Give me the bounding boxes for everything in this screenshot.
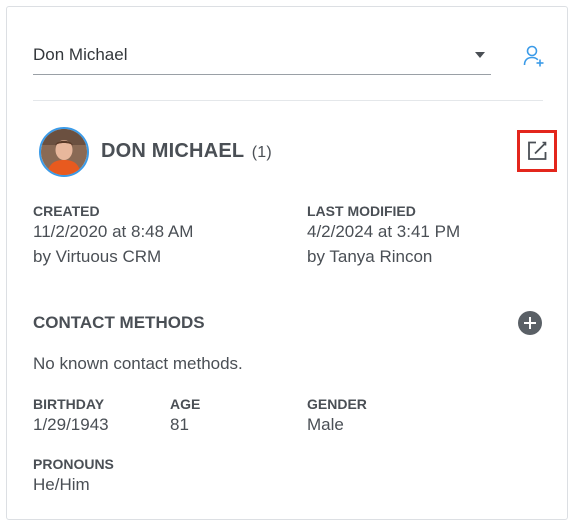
pronouns-label: PRONOUNS — [33, 456, 114, 472]
created-date: 11/2/2020 at 8:48 AM — [33, 222, 194, 241]
contact-count: (1) — [251, 144, 272, 161]
plus-circle-icon[interactable] — [518, 311, 542, 335]
birthday-label: BIRTHDAY — [33, 396, 105, 412]
created-by: by Virtuous CRM — [33, 247, 162, 266]
contact-name: DON MICHAEL (1) — [101, 140, 272, 163]
gender-value: Male — [307, 415, 344, 434]
contact-select-value: Don Michael — [33, 45, 128, 64]
pronouns-value: He/Him — [33, 475, 90, 494]
add-person-icon[interactable] — [523, 44, 545, 68]
gender-label: GENDER — [307, 396, 367, 412]
contact-select[interactable]: Don Michael — [33, 37, 491, 75]
birthday-value: 1/29/1943 — [33, 415, 109, 434]
caret-down-icon[interactable] — [475, 52, 485, 58]
avatar — [39, 127, 89, 177]
contact-methods-title: CONTACT METHODS — [33, 313, 205, 332]
contact-methods-empty: No known contact methods. — [33, 354, 243, 373]
contact-card: Don Michael DON MICHAEL (1) CREATED 11/2… — [6, 6, 568, 520]
age-label: AGE — [170, 396, 201, 412]
last-modified-date: 4/2/2024 at 3:41 PM — [307, 222, 461, 241]
last-modified-label: LAST MODIFIED — [307, 203, 416, 219]
age-value: 81 — [170, 415, 189, 434]
last-modified-by: by Tanya Rincon — [307, 247, 433, 266]
created-label: CREATED — [33, 203, 100, 219]
edit-icon — [528, 141, 547, 160]
divider — [33, 100, 543, 101]
edit-button[interactable] — [517, 130, 557, 172]
contact-name-text: DON MICHAEL — [101, 140, 244, 162]
